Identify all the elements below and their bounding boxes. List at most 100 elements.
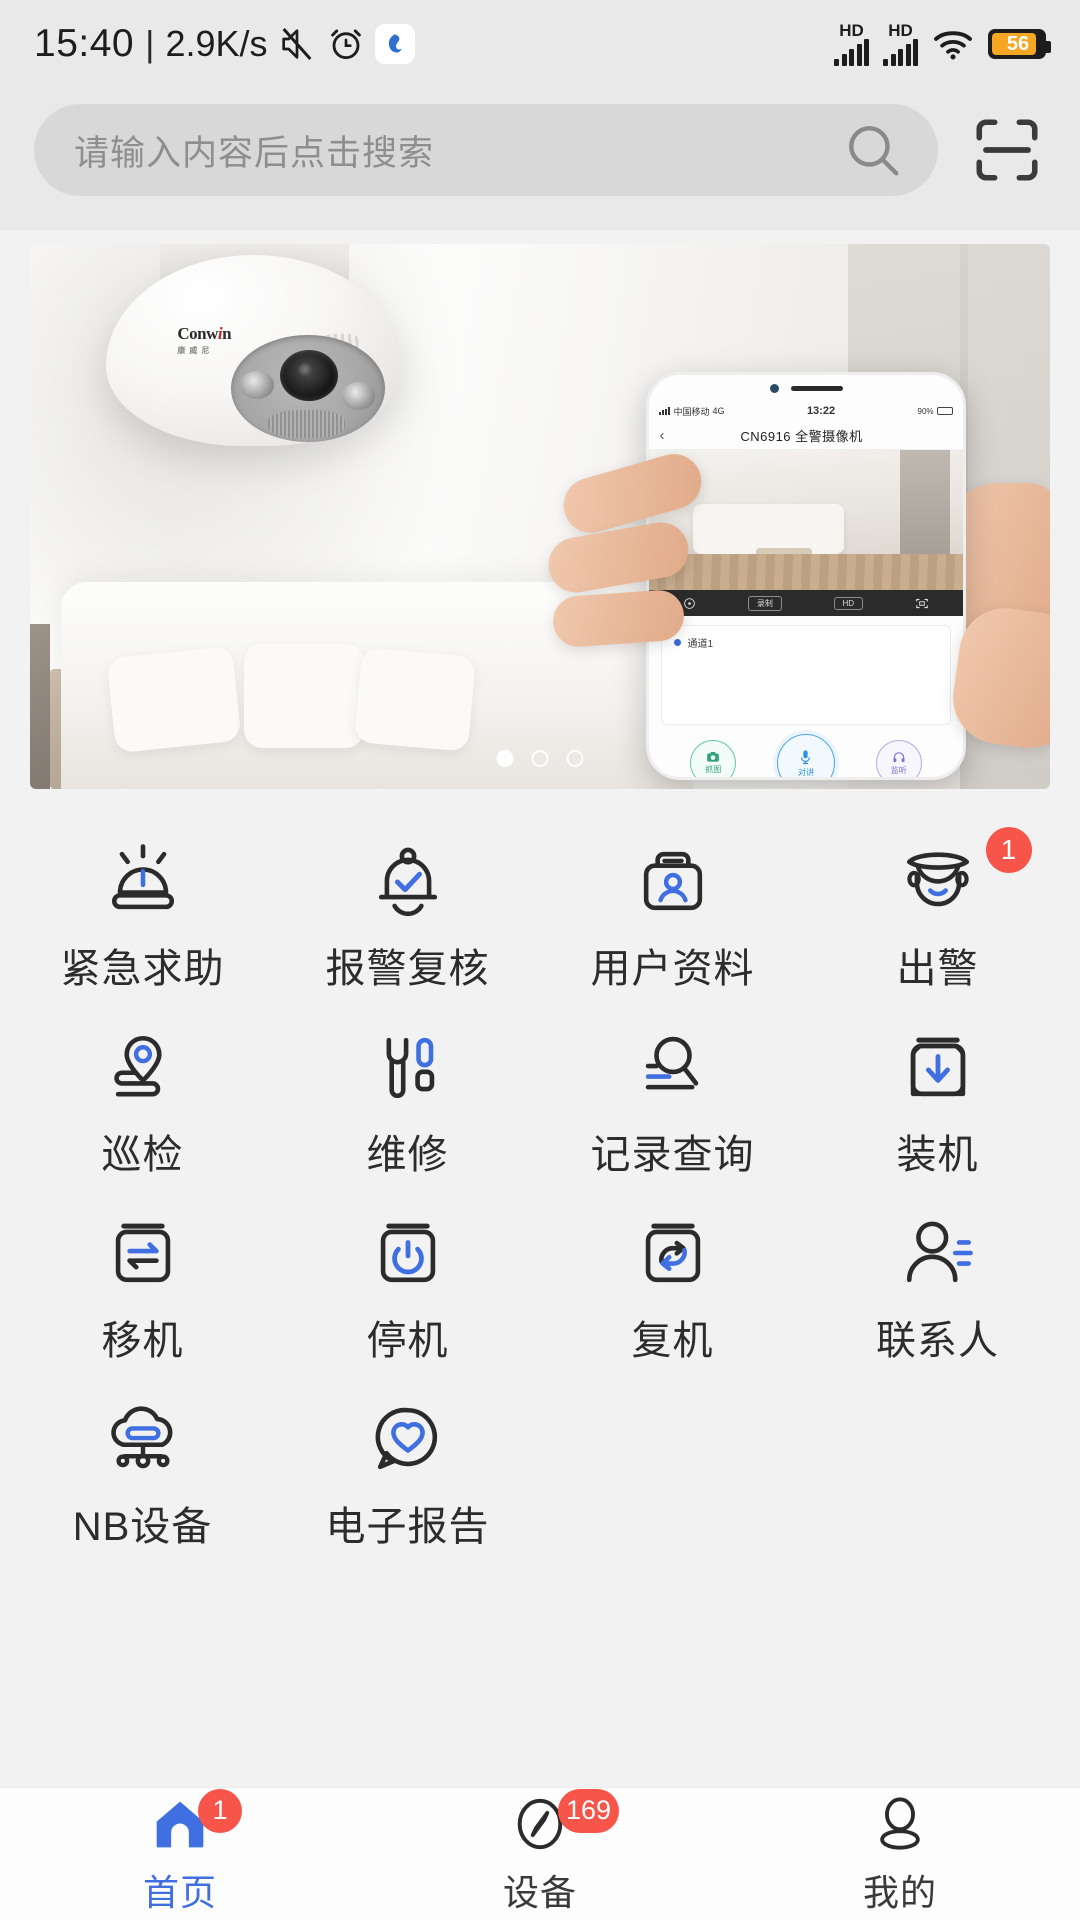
grid-item-label: 用户资料 <box>590 947 755 991</box>
mockup-status-bar: 中国移动 4G 13:22 90% <box>649 401 962 421</box>
quality-button: HD <box>833 596 864 610</box>
grid-item-installation[interactable]: 装机 <box>805 1021 1070 1207</box>
finger <box>551 588 686 649</box>
alarm-clock-icon <box>330 29 361 60</box>
camera-ir-led <box>239 371 274 400</box>
signal-1-icon: HD <box>834 22 869 66</box>
grid-item-dispatch[interactable]: 1 出警 <box>805 827 1070 1021</box>
grid-item-contacts[interactable]: 联系人 <box>805 1207 1070 1393</box>
status-bar-left: 15:40 | 2.9K/s <box>34 22 415 66</box>
carousel-dot-3[interactable] <box>566 750 584 767</box>
magnifier-records-icon <box>627 1021 719 1113</box>
grid-item-badge: 1 <box>985 827 1032 873</box>
mockup-intercom-button: 对讲 <box>776 734 835 778</box>
tab-devices[interactable]: 169 设备 <box>360 1788 720 1916</box>
mockup-time: 13:22 <box>806 405 836 418</box>
grid-item-repair[interactable]: 维修 <box>275 1021 540 1207</box>
tab-label: 我的 <box>862 1871 937 1913</box>
phone-mockup: 中国移动 4G 13:22 90% ‹ CN6916 全警摄像机 录制 HD 通… <box>646 372 966 781</box>
mockup-action-buttons: 抓图 对讲 监听 <box>649 734 962 778</box>
camera-speaker-grille <box>267 409 345 438</box>
grid-item-electronic-report[interactable]: 电子报告 <box>275 1393 540 1579</box>
tab-badge: 169 <box>558 1788 620 1833</box>
grid-item-label: 电子报告 <box>325 1505 490 1549</box>
mockup-title: CN6916 全警摄像机 <box>740 428 863 444</box>
ptz-icon <box>683 597 696 610</box>
mockup-listen-label: 监听 <box>890 765 907 775</box>
status-bar-right: HD HD 56 <box>834 22 1051 66</box>
mockup-network: 4G <box>712 406 725 417</box>
camera-brand-logo: Conwin 康威尼 <box>177 323 232 355</box>
grid-item-shutdown[interactable]: 停机 <box>275 1207 540 1393</box>
grid-item-inspection[interactable]: 巡检 <box>10 1021 275 1207</box>
camera-lens-face <box>230 335 385 442</box>
record-button: 录制 <box>747 595 782 611</box>
grid-item-restore[interactable]: 复机 <box>540 1207 805 1393</box>
location-route-icon <box>97 1021 189 1113</box>
siren-alarm-icon <box>97 835 189 927</box>
status-bar: 15:40 | 2.9K/s HD HD 56 <box>0 0 1080 88</box>
tab-label: 设备 <box>502 1871 577 1913</box>
mute-icon <box>281 28 311 60</box>
back-chevron-icon: ‹ <box>659 426 665 444</box>
briefcase-user-icon <box>627 835 719 927</box>
hd-label-1: HD <box>839 21 864 40</box>
wifi-icon <box>934 31 972 60</box>
status-time: 15:40 <box>34 22 135 65</box>
banner-slide[interactable]: Conwin 康威尼 中国移动 4G 13:22 90% ‹ CN6916 全警… <box>30 244 1050 789</box>
grid-item-label: 维修 <box>366 1133 449 1177</box>
mockup-front-camera <box>769 383 779 393</box>
network-speed: 2.9K/s <box>165 23 268 64</box>
grid-item-nb-device[interactable]: NB设备 <box>10 1393 275 1579</box>
grid-item-label: 记录查询 <box>590 1133 755 1177</box>
box-restore-icon <box>627 1207 719 1299</box>
mockup-channel-label: 通道1 <box>687 639 714 651</box>
grid-item-emergency-help[interactable]: 紧急求助 <box>10 835 275 1021</box>
tab-profile[interactable]: 我的 <box>720 1793 1080 1916</box>
mockup-capture-button: 抓图 <box>690 740 737 778</box>
person-contact-icon <box>892 1207 984 1299</box>
grid-item-record-query[interactable]: 记录查询 <box>540 1021 805 1207</box>
grid-item-label: 报警复核 <box>325 947 490 991</box>
grid-item-user-profile[interactable]: 用户资料 <box>540 835 805 1021</box>
banner-carousel[interactable]: Conwin 康威尼 中国移动 4G 13:22 90% ‹ CN6916 全警… <box>0 230 1080 789</box>
grid-item-label: 复机 <box>631 1319 714 1363</box>
grid-item-label: 装机 <box>896 1133 979 1177</box>
scan-qr-button[interactable] <box>968 111 1046 189</box>
mockup-capture-label: 抓图 <box>705 765 722 775</box>
camera-lens <box>279 349 339 402</box>
carousel-dots[interactable] <box>496 750 584 767</box>
search-icon[interactable] <box>842 119 904 181</box>
camera-ir-led <box>341 382 376 410</box>
mockup-video-sofa <box>693 503 844 555</box>
grid-item-label: NB设备 <box>72 1505 213 1549</box>
mockup-battery-pct: 90% <box>917 406 934 416</box>
app-screen: 15:40 | 2.9K/s HD HD 56 请输入内容后点击搜索 Conwi… <box>0 0 1080 1920</box>
grid-item-label: 巡检 <box>101 1133 184 1177</box>
battery-icon: 56 <box>988 29 1051 59</box>
fullscreen-icon <box>915 597 929 610</box>
grid-item-alarm-review[interactable]: 报警复核 <box>275 835 540 1021</box>
cloud-network-icon <box>97 1393 189 1485</box>
mockup-speaker <box>790 385 843 391</box>
search-input[interactable]: 请输入内容后点击搜索 <box>34 104 938 196</box>
hand-holding-phone: 中国移动 4G 13:22 90% ‹ CN6916 全警摄像机 录制 HD 通… <box>544 364 1050 789</box>
police-officer-icon <box>892 835 984 927</box>
camera-body: Conwin 康威尼 <box>106 254 403 446</box>
box-transfer-icon <box>97 1207 189 1299</box>
grid-item-label: 出警 <box>896 947 979 991</box>
search-placeholder: 请输入内容后点击搜索 <box>74 133 435 173</box>
mockup-carrier: 中国移动 <box>673 406 710 417</box>
grid-item-label: 移机 <box>101 1319 184 1363</box>
tab-home[interactable]: 1 首页 <box>0 1788 360 1916</box>
battery-level: 56 <box>1006 32 1030 55</box>
status-separator: | <box>145 23 155 64</box>
person-profile-icon <box>869 1793 931 1855</box>
function-grid: 紧急求助 报警复核 用户资料 1 出警 巡检 维修 记录查询 装机 移机 停机 … <box>0 789 1080 1787</box>
carousel-dot-1[interactable] <box>496 750 514 767</box>
search-header: 请输入内容后点击搜索 <box>0 88 1080 230</box>
grid-item-label: 停机 <box>366 1319 449 1363</box>
grid-item-relocate[interactable]: 移机 <box>10 1207 275 1393</box>
scan-qr-icon[interactable] <box>970 113 1044 187</box>
carousel-dot-2[interactable] <box>531 750 549 767</box>
